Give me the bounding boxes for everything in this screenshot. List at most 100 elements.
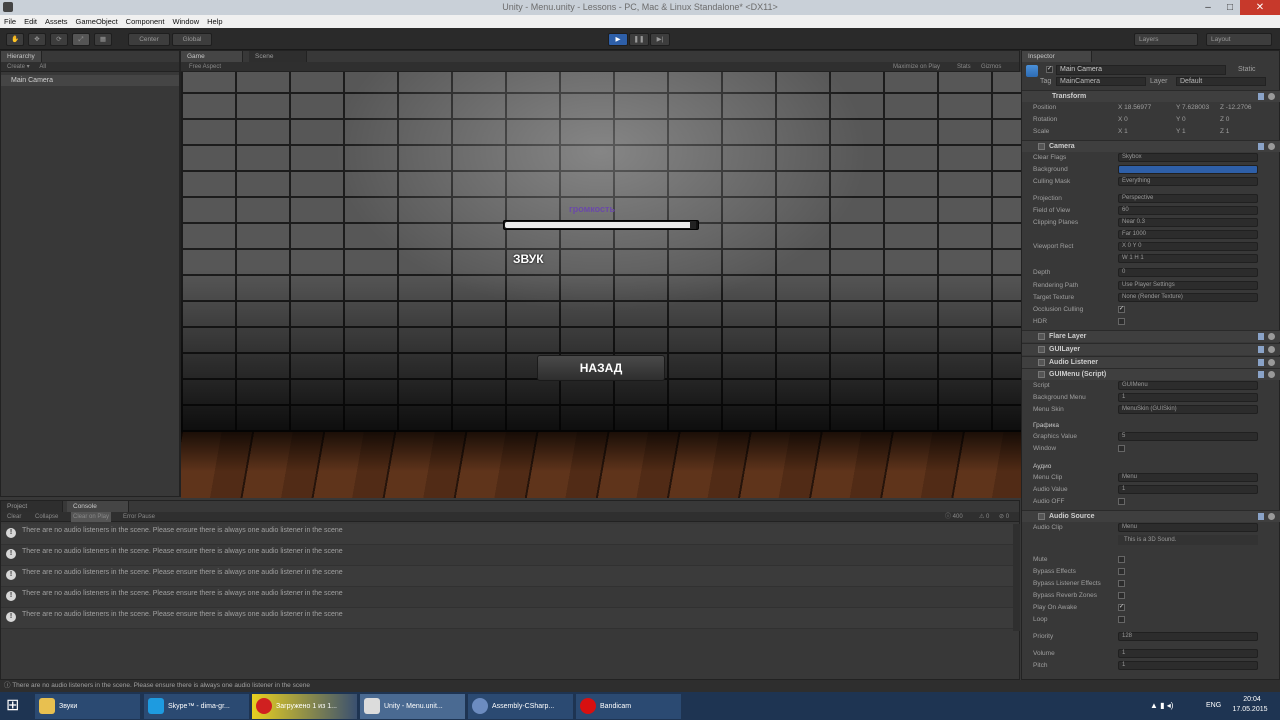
tray-icons[interactable]: ▲ ▮ ◂) [1150,701,1173,710]
audio-source-volume-field[interactable]: 1 [1118,649,1258,658]
graphics-graphics-value-field[interactable]: 5 [1118,432,1258,441]
help-icon[interactable] [1258,513,1264,520]
taskbar-item-unity[interactable]: Unity - Menu.unit... [360,694,465,719]
component-guilayer-header[interactable]: GUILayer [1022,343,1280,355]
camera-blank-8-field[interactable]: W 1 H 1 [1118,254,1258,263]
gizmos-dropdown[interactable]: Gizmos [981,62,1001,72]
taskbar-item-folder[interactable]: Звуки [35,694,140,719]
menu-gameobject[interactable]: GameObject [72,15,122,28]
object-name-field[interactable]: Main Camera [1056,65,1226,75]
tab-game[interactable]: Game [181,51,243,62]
console-message[interactable]: ! There are no audio listeners in the sce… [1,587,1013,608]
audio-source-loop-checkbox[interactable] [1118,616,1125,623]
back-button[interactable]: НАЗАД [537,355,665,381]
camera-culling-mask-2-field[interactable]: Everything [1118,177,1258,186]
volume-slider[interactable] [503,220,699,230]
position-y[interactable]: Y 7.628003 [1176,102,1209,114]
camera-header[interactable]: Camera [1022,140,1280,152]
language-indicator[interactable]: ENG [1206,702,1221,709]
console-message[interactable]: ! There are no audio listeners in the sce… [1,524,1013,545]
audio-source-mute-checkbox[interactable] [1118,556,1125,563]
component-guimenu-script-header[interactable]: GUIMenu (Script) [1022,368,1280,380]
help-icon[interactable] [1258,346,1264,353]
audio-source-header[interactable]: Audio Source [1022,510,1280,522]
scale-y[interactable]: Y 1 [1176,126,1186,138]
camera-depth-9-field[interactable]: 0 [1118,268,1258,277]
active-checkbox[interactable]: ✓ [1046,66,1053,73]
error-pause-toggle[interactable]: Error Pause [123,512,155,522]
maximize-on-play-toggle[interactable]: Maximize on Play [893,62,940,72]
camera-hdr-13-checkbox[interactable] [1118,318,1125,325]
camera-enabled-checkbox[interactable] [1038,142,1045,150]
scale-x[interactable]: X 1 [1118,126,1128,138]
camera-clipping-planes-5-field[interactable]: Near 0.3 [1118,218,1258,227]
audio-source-bypass-reverb-zones-checkbox[interactable] [1118,592,1125,599]
minimize-button[interactable]: – [1196,0,1220,15]
collapse-button[interactable]: Collapse [35,512,58,522]
audio-source-enabled-checkbox[interactable] [1038,512,1045,520]
console-message[interactable]: ! There are no audio listeners in the sce… [1,545,1013,566]
clock-time[interactable]: 20:04 [1232,696,1272,703]
camera-blank-6-field[interactable]: Far 1000 [1118,230,1258,239]
script-menu-skin-field[interactable]: MenuSkin (GUISkin) [1118,405,1258,414]
audio-source-priority-field[interactable]: 128 [1118,632,1258,641]
camera-field-of-view-4-field[interactable]: 60 [1118,206,1258,215]
tab-project[interactable]: Project [1,501,63,512]
transform-header[interactable]: Transform [1022,90,1280,102]
hierarchy-search[interactable]: All [39,64,46,70]
menu-edit[interactable]: Edit [20,15,41,28]
clear-button[interactable]: Clear [7,512,21,522]
space-toggle[interactable]: Global [172,33,212,46]
audio-menu-clip-field[interactable]: Menu [1118,473,1258,482]
component-audio-listener-header[interactable]: Audio Listener [1022,356,1280,368]
maximize-button[interactable]: □ [1220,0,1240,15]
aspect-dropdown[interactable]: Free Aspect [189,64,221,70]
gear-icon[interactable] [1268,333,1275,340]
play-button[interactable]: ▶ [608,33,628,46]
component-enabled-checkbox[interactable] [1038,370,1045,378]
tab-inspector[interactable]: Inspector [1022,51,1092,62]
layers-dropdown[interactable]: Layers [1134,33,1198,46]
tag-dropdown[interactable]: MainCamera [1056,77,1146,86]
rotation-x[interactable]: X 0 [1118,114,1128,126]
taskbar-item-opera[interactable]: Загружено 1 из 1... [252,694,357,719]
camera-projection-3-field[interactable]: Perspective [1118,194,1258,203]
pause-button[interactable]: ❚❚ [629,33,649,46]
rotation-y[interactable]: Y 0 [1176,114,1186,126]
scale-tool-button[interactable]: ⤢ [72,33,90,46]
gear-icon[interactable] [1268,359,1275,366]
rotation-z[interactable]: Z 0 [1220,114,1229,126]
gear-icon[interactable] [1268,143,1275,150]
help-icon[interactable] [1258,333,1264,340]
script-background-menu-field[interactable]: 1 [1118,393,1258,402]
layout-dropdown[interactable]: Layout [1206,33,1272,46]
pivot-toggle[interactable]: Center [128,33,170,46]
camera-occlusion-culling-12-checkbox[interactable]: ✓ [1118,306,1125,313]
graphics-window-checkbox[interactable] [1118,445,1125,452]
gear-icon[interactable] [1268,346,1275,353]
start-button[interactable]: ⊞ [6,697,24,715]
menu-help[interactable]: Help [203,15,226,28]
warning-count[interactable]: ⚠ 0 [979,512,989,522]
hand-tool-button[interactable]: ✋ [6,33,24,46]
audio-source-bypass-listener-effects-checkbox[interactable] [1118,580,1125,587]
position-z[interactable]: Z -12.2706 [1220,102,1251,114]
menu-window[interactable]: Window [168,15,203,28]
tab-hierarchy[interactable]: Hierarchy [1,51,42,62]
stats-toggle[interactable]: Stats [957,62,971,72]
tab-console[interactable]: Console [67,501,129,512]
gear-icon[interactable] [1268,371,1275,378]
camera-target-texture-11-field[interactable]: None (Render Texture) [1118,293,1258,302]
menu-component[interactable]: Component [122,15,169,28]
help-icon[interactable] [1258,93,1264,100]
camera-background-1-field[interactable] [1118,165,1258,174]
taskbar-item-monodevelop[interactable]: Assembly-CSharp... [468,694,573,719]
audio-clip-field[interactable]: Menu [1118,523,1258,532]
gear-icon[interactable] [1268,93,1275,100]
rect-tool-button[interactable]: ▦ [94,33,112,46]
info-count[interactable]: ⓘ 400 [945,512,963,522]
volume-slider-thumb[interactable] [690,221,696,229]
audio-audio-off-checkbox[interactable] [1118,498,1125,505]
menu-file[interactable]: File [0,15,20,28]
layer-dropdown[interactable]: Default [1176,77,1266,86]
